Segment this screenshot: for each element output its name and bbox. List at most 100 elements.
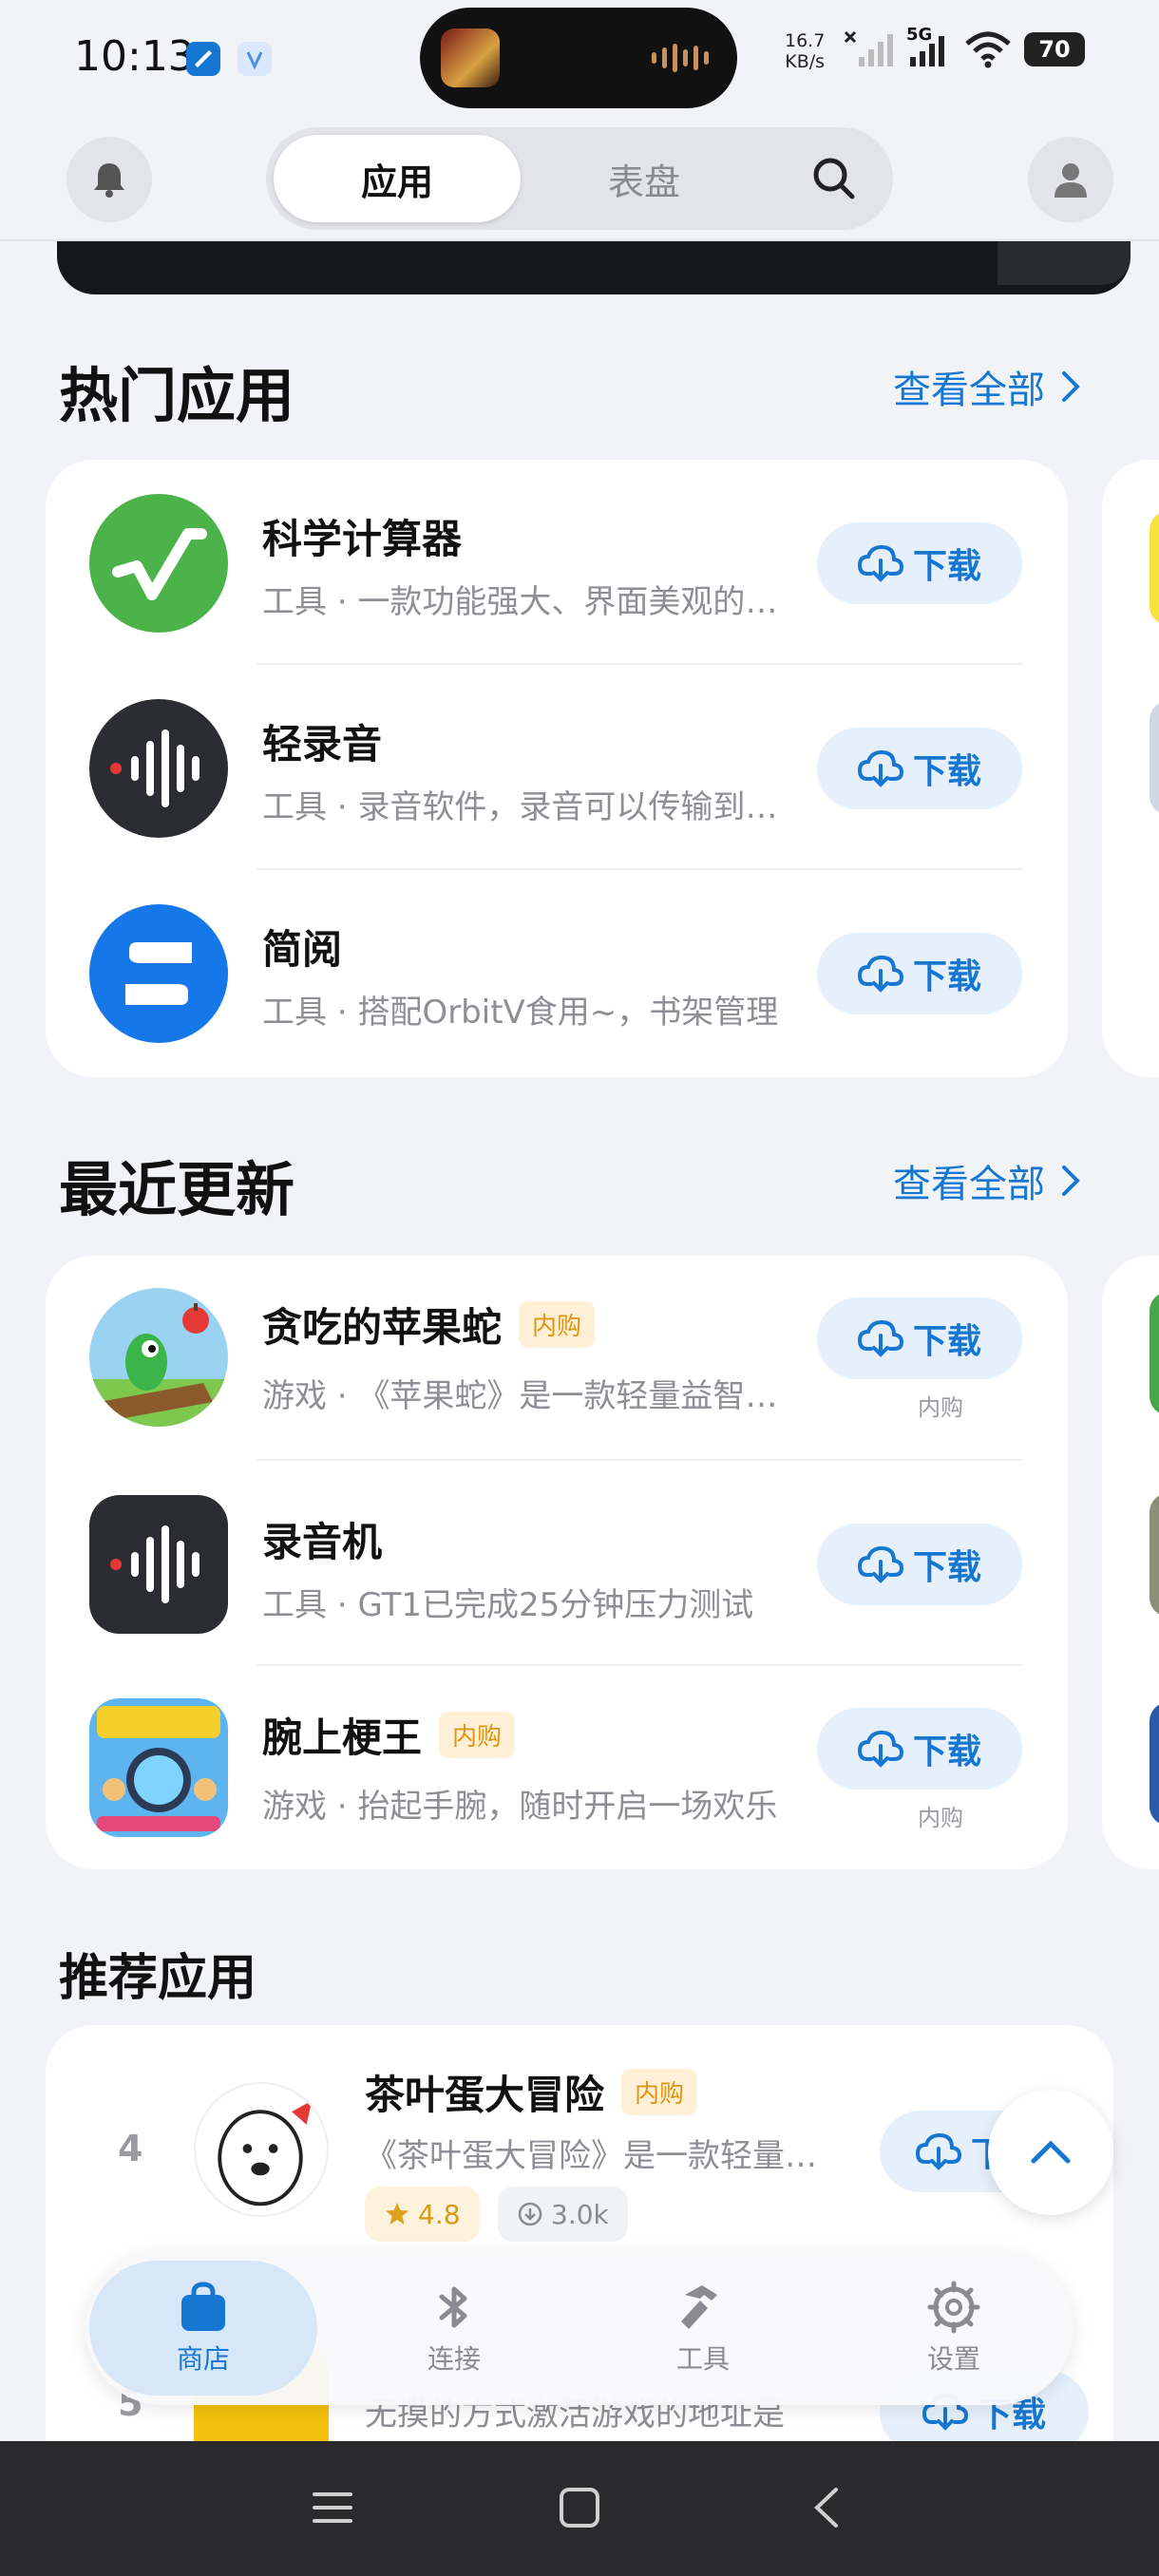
network-speed: 16.7 KB/s: [785, 30, 826, 72]
next-card-peek[interactable]: [1102, 1256, 1159, 1869]
dynamic-island[interactable]: [420, 8, 737, 108]
status-time: 10:13: [74, 32, 195, 81]
list-item[interactable]: 录音机 工具 · GT1已完成25分钟压力测试 下载: [46, 1461, 1068, 1666]
chevron-up-icon: [1031, 2140, 1071, 2164]
section-title-recent: 最近更新: [59, 1155, 295, 1224]
section-title-hot: 热门应用: [59, 361, 295, 430]
app-name: 腕上梗王 内购: [262, 1706, 516, 1764]
waveform-icon: [89, 699, 228, 838]
gear-icon: [927, 2281, 980, 2334]
top-header: 应用 表盘: [0, 114, 1159, 241]
wifi-icon: [965, 31, 1011, 68]
app-description: 工具 · 搭配OrbitV食用~，书架管理: [262, 994, 779, 1032]
iap-badge: 内购: [519, 1301, 596, 1348]
app-description: 工具 · GT1已完成25分钟压力测试: [262, 1586, 754, 1624]
search-icon: [813, 158, 855, 199]
cloud-download-icon: [857, 1319, 903, 1357]
book-s-icon: [89, 904, 228, 1043]
next-card-peek[interactable]: [1102, 460, 1159, 1077]
audio-wave-icon: [652, 44, 709, 72]
download-button[interactable]: 下载: [817, 1297, 1022, 1379]
download-button[interactable]: 下载: [817, 522, 1022, 604]
bluetooth-icon: [439, 2286, 467, 2328]
status-icons: 5G 70: [842, 25, 1085, 70]
app-name: 轻录音: [262, 721, 383, 767]
tab-settings[interactable]: 设置: [840, 2261, 1068, 2396]
download-button[interactable]: 下载: [817, 933, 1022, 1014]
menu-nav-button[interactable]: [304, 2479, 361, 2536]
app-name: 科学计算器: [262, 516, 463, 562]
back-nav-button[interactable]: [798, 2479, 855, 2536]
notification-button[interactable]: [66, 137, 152, 222]
app-name: 录音机: [262, 1519, 383, 1565]
app-name: 茶叶蛋大冒险 内购: [365, 2063, 698, 2121]
chevron-right-icon: [1062, 371, 1080, 402]
iap-note: 内购: [918, 1805, 963, 1831]
tab-connect[interactable]: 连接: [340, 2261, 568, 2396]
app-description: 《茶叶蛋大冒险》是一款轻量级游戏: [365, 2137, 840, 2175]
battery-indicator: 70: [1024, 32, 1085, 66]
hot-apps-card: 科学计算器 工具 · 一款功能强大、界面美观的科学计算器 下载 轻录音 工具 ·…: [46, 460, 1068, 1077]
star-icon: [386, 2203, 408, 2225]
search-button[interactable]: [808, 152, 861, 205]
recent-apps-card: 贪吃的苹果蛇 内购 游戏 · 《苹果蛇》是一款轻量益智游戏 下载 内购 录音机 工…: [46, 1256, 1068, 1869]
signal-5g-icon: 5G: [906, 25, 952, 70]
menu-icon: [313, 2492, 352, 2523]
sim-disabled-signal-icon: [844, 30, 893, 66]
notification-app-icon: [186, 42, 220, 76]
status-bar: 10:13 16.7 KB/s 5G 70: [0, 0, 1159, 114]
apple-snake-icon: [89, 1288, 228, 1427]
profile-button[interactable]: [1028, 137, 1113, 222]
home-square-icon: [560, 2488, 599, 2528]
list-item[interactable]: 腕上梗王 内购 游戏 · 抬起手腕，随时开启一场欢乐 下载 内购: [46, 1666, 1068, 1871]
cloud-download-icon: [857, 544, 903, 582]
downloads-chip: 3.0k: [498, 2187, 628, 2242]
view-all-recent-link[interactable]: 查看全部: [893, 1153, 1083, 1208]
iap-note: 内购: [918, 1394, 963, 1421]
view-all-hot-link[interactable]: 查看全部: [893, 359, 1083, 414]
list-item[interactable]: 科学计算器 工具 · 一款功能强大、界面美观的科学计算器 下载: [46, 460, 1068, 665]
cloud-download-icon: [857, 1545, 903, 1583]
tab-tools[interactable]: 工具: [589, 2261, 817, 2396]
cloud-download-icon: [857, 749, 903, 787]
rank-number: 4: [118, 2128, 143, 2169]
download-button[interactable]: 下载: [817, 1524, 1022, 1605]
scroll-to-top-button[interactable]: [988, 2090, 1113, 2215]
now-playing-thumbnail: [441, 28, 500, 87]
iap-badge: 内购: [621, 2069, 698, 2115]
tab-store[interactable]: 商店: [89, 2261, 317, 2396]
list-item[interactable]: 简阅 工具 · 搭配OrbitV食用~，书架管理 下载: [46, 870, 1068, 1075]
home-nav-button[interactable]: [551, 2479, 608, 2536]
avatar-icon: [1054, 163, 1087, 198]
cloud-download-icon: [857, 955, 903, 993]
back-icon: [814, 2488, 838, 2528]
app-name: 简阅: [262, 926, 343, 973]
waveform-icon: [89, 1495, 228, 1634]
download-button[interactable]: 下载: [817, 1708, 1022, 1790]
system-nav-bar: [0, 2441, 1159, 2576]
sqrt-icon: [89, 494, 228, 633]
cloud-download-icon: [857, 1730, 903, 1768]
bottom-tab-bar: 商店 连接 工具 设置: [86, 2251, 1074, 2405]
carousel-banner[interactable]: [57, 241, 1130, 294]
bell-icon: [94, 163, 124, 198]
tab-watchfaces[interactable]: 表盘: [521, 135, 768, 222]
cloud-download-icon: [916, 2132, 961, 2170]
tea-egg-icon: [194, 2082, 329, 2217]
iap-badge: 内购: [439, 1712, 516, 1758]
download-button[interactable]: 下载: [817, 728, 1022, 809]
app-name: 贪吃的苹果蛇 内购: [262, 1296, 596, 1354]
rating-chip: 4.8: [365, 2187, 480, 2242]
bag-icon: [181, 2282, 225, 2331]
app-description: 工具 · 录音软件，录音可以传输到手机: [262, 788, 794, 826]
segmented-tabs: 应用 表盘: [266, 127, 893, 230]
notification-v-icon: [238, 42, 272, 76]
app-description: 工具 · 一款功能强大、界面美观的科学计算器: [262, 583, 794, 621]
meme-king-icon: [89, 1698, 228, 1837]
list-item[interactable]: 轻录音 工具 · 录音软件，录音可以传输到手机 下载: [46, 665, 1068, 870]
list-item[interactable]: 贪吃的苹果蛇 内购 游戏 · 《苹果蛇》是一款轻量益智游戏 下载 内购: [46, 1256, 1068, 1461]
app-description: 游戏 · 《苹果蛇》是一款轻量益智游戏: [262, 1377, 794, 1415]
app-description: 游戏 · 抬起手腕，随时开启一场欢乐: [262, 1788, 778, 1826]
hammer-icon: [681, 2285, 717, 2329]
tab-apps[interactable]: 应用: [274, 135, 521, 222]
